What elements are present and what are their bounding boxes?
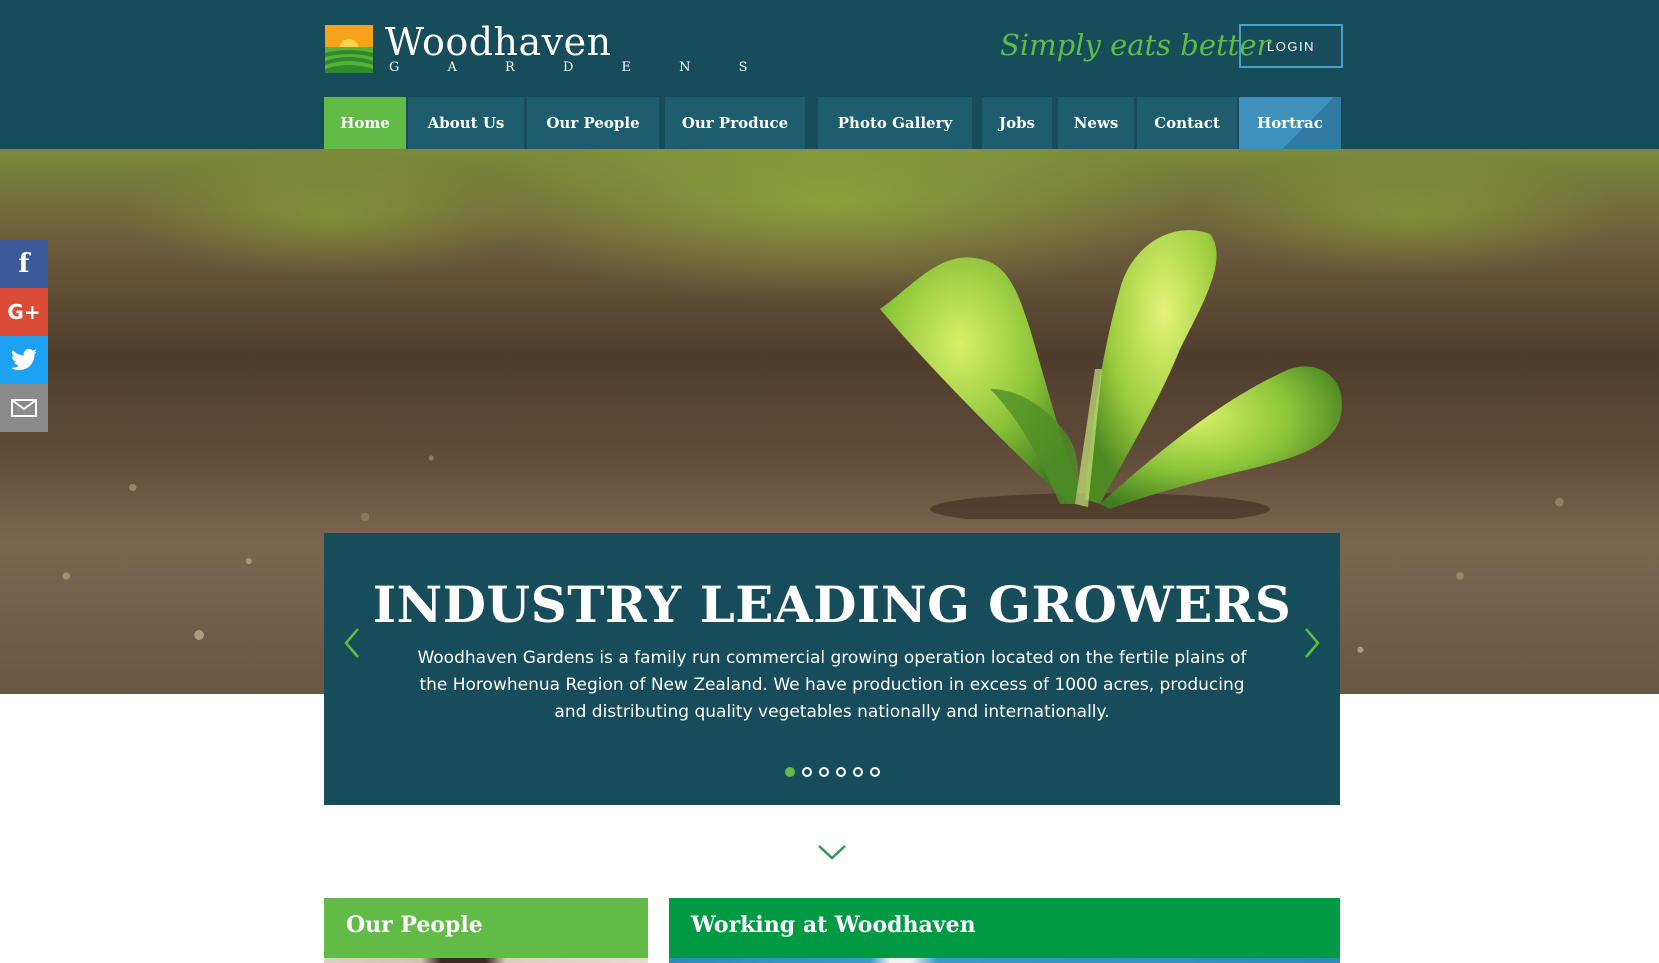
twitter-share-button[interactable] xyxy=(0,336,48,384)
working-card-title: Working at Woodhaven xyxy=(691,912,976,938)
our-people-card-image xyxy=(324,958,648,963)
logo-name: Woodhaven xyxy=(385,20,612,64)
slider-dot[interactable] xyxy=(852,767,863,777)
google-plus-share-button[interactable]: G+ xyxy=(0,288,48,336)
lettuce-seedling-image xyxy=(880,230,1342,519)
login-button[interactable]: LOGIN xyxy=(1239,24,1343,68)
nav-item-about-us[interactable]: About Us xyxy=(408,97,524,149)
slider-dot[interactable] xyxy=(818,767,829,777)
working-card-image xyxy=(669,958,1340,963)
nav-item-our-people[interactable]: Our People xyxy=(527,97,659,149)
logo-subtitle: G A R D E N S xyxy=(389,60,770,75)
our-people-card-title: Our People xyxy=(346,912,483,938)
nav-item-jobs[interactable]: Jobs xyxy=(982,97,1052,149)
site-header: Woodhaven G A R D E N S Simply eats bett… xyxy=(0,0,1659,149)
chevron-right-icon[interactable] xyxy=(1300,625,1324,661)
slider-dot[interactable] xyxy=(801,767,812,777)
our-people-card[interactable]: Our People xyxy=(324,898,648,963)
site-tagline: Simply eats better xyxy=(1000,28,1271,62)
site-logo[interactable]: Woodhaven G A R D E N S xyxy=(325,20,748,78)
nav-item-home[interactable]: Home xyxy=(324,97,406,149)
slider-dot[interactable] xyxy=(784,767,795,777)
email-icon xyxy=(11,399,37,417)
main-nav: Home About Us Our People Our Produce Pho… xyxy=(324,97,1341,149)
nav-item-our-produce[interactable]: Our Produce xyxy=(665,97,805,149)
hero-slider-card: INDUSTRY LEADING GROWERS Woodhaven Garde… xyxy=(324,533,1340,805)
logo-mark-icon xyxy=(325,25,373,73)
slider-dot[interactable] xyxy=(869,767,880,777)
google-plus-icon: G+ xyxy=(7,300,41,324)
twitter-icon xyxy=(11,349,37,371)
chevron-down-icon[interactable] xyxy=(816,842,848,862)
email-share-button[interactable] xyxy=(0,384,48,432)
working-at-woodhaven-card[interactable]: Working at Woodhaven xyxy=(669,898,1340,963)
nav-item-news[interactable]: News xyxy=(1058,97,1134,149)
facebook-share-button[interactable]: f xyxy=(0,240,48,288)
slider-pagination xyxy=(324,767,1340,777)
social-share-bar: f G+ xyxy=(0,240,48,432)
nav-item-hortrac[interactable]: Hortrac xyxy=(1239,97,1341,149)
slide-title: INDUSTRY LEADING GROWERS xyxy=(372,575,1292,634)
facebook-icon: f xyxy=(18,249,30,279)
nav-item-contact[interactable]: Contact xyxy=(1137,97,1237,149)
slider-dot[interactable] xyxy=(835,767,846,777)
slide-text: Woodhaven Gardens is a family run commer… xyxy=(417,648,1247,722)
nav-item-photo-gallery[interactable]: Photo Gallery xyxy=(818,97,972,149)
